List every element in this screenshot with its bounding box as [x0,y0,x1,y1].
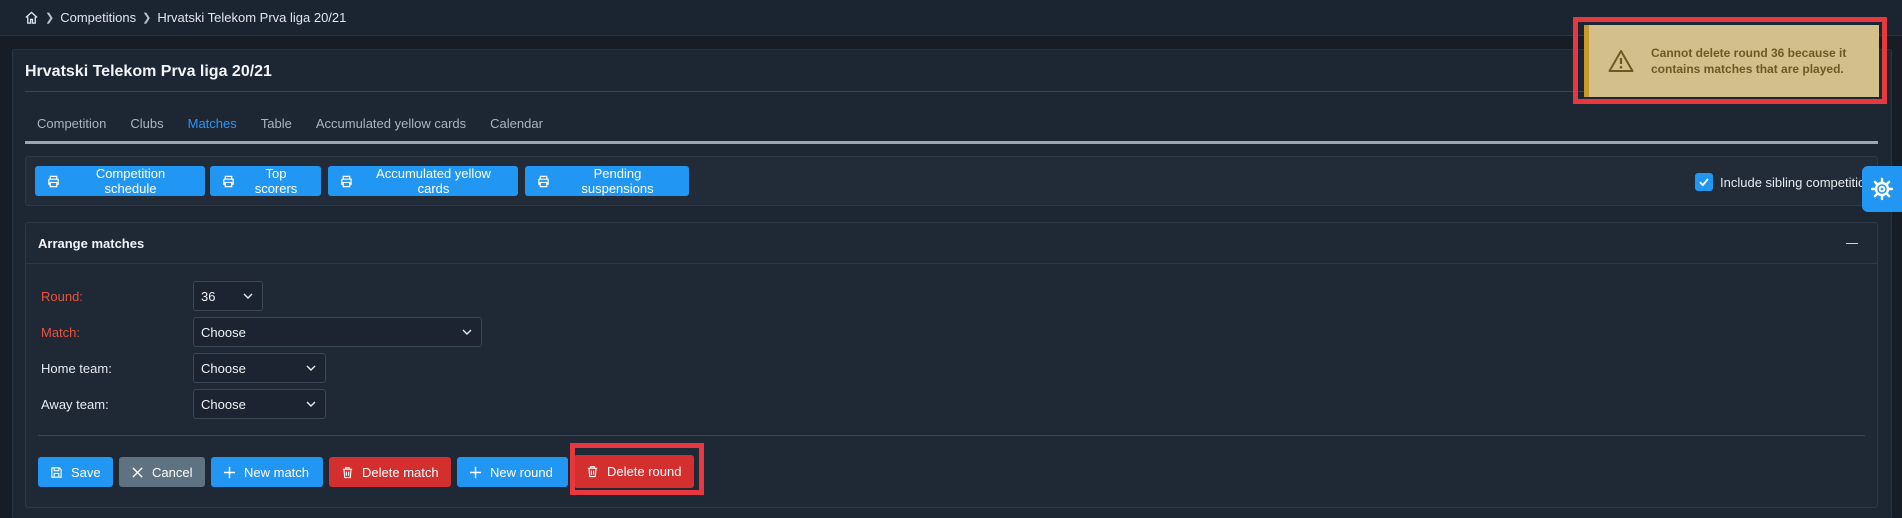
chevron-down-icon [306,401,316,407]
top-scorers-label: Top scorers [254,166,298,196]
competition-schedule-button[interactable]: Competition schedule [35,166,205,196]
toast-message: Cannot delete round 36 because it contai… [1651,46,1847,76]
close-icon [132,466,143,478]
trash-icon [342,466,353,478]
tab-competition[interactable]: Competition [25,114,118,141]
away-team-label: Away team: [41,397,109,412]
panel-title: Arrange matches [38,236,145,251]
pending-suspensions-button[interactable]: Pending suspensions [525,166,689,196]
plus-icon [223,466,236,478]
plus-icon [469,466,482,478]
trash-icon [587,466,598,478]
home-team-label: Home team: [41,361,112,376]
include-sibling-toggle[interactable]: Include sibling competitions [1695,173,1879,191]
away-team-select[interactable]: Choose [193,389,326,419]
save-button[interactable]: Save [38,457,113,487]
cancel-button[interactable]: Cancel [119,457,205,487]
page-title: Hrvatski Telekom Prva liga 20/21 [25,63,272,80]
match-value: Choose [201,324,246,340]
chevron-down-icon [243,293,253,299]
printer-icon [48,175,59,187]
breadcrumb-current: Hrvatski Telekom Prva liga 20/21 [157,10,347,25]
check-icon [1699,178,1709,187]
tab-bar: Competition Clubs Matches Table Accumula… [25,114,1878,144]
printer-icon [223,175,234,187]
round-label: Round: [41,289,83,304]
warning-icon [1608,50,1634,72]
chevron-right-icon: ❯ [45,12,55,24]
chevron-down-icon [462,329,472,335]
cancel-label: Cancel [152,464,193,480]
round-select[interactable]: 36 [193,281,263,311]
tab-calendar[interactable]: Calendar [478,114,555,141]
gear-icon [1870,177,1894,201]
accumulated-yellow-cards-button[interactable]: Accumulated yellow cards [328,166,518,196]
include-sibling-checkbox[interactable] [1695,173,1713,191]
new-round-label: New round [490,464,553,480]
away-team-value: Choose [201,396,246,412]
home-team-select[interactable]: Choose [193,353,326,383]
home-team-value: Choose [201,360,246,376]
include-sibling-label: Include sibling competitions [1720,174,1879,190]
chevron-down-icon [306,365,316,371]
divider [38,435,1865,436]
panel-header [25,222,1878,264]
delete-round-label: Delete round [607,464,682,479]
match-label: Match: [41,325,81,340]
new-match-label: New match [244,464,310,480]
warning-toast[interactable]: Cannot delete round 36 because it contai… [1584,25,1879,97]
settings-button[interactable] [1862,166,1902,212]
delete-match-button[interactable]: Delete match [329,457,451,487]
accumulated-yellow-cards-label: Accumulated yellow cards [376,166,491,196]
top-scorers-button[interactable]: Top scorers [210,166,321,196]
chevron-right-icon: ❯ [142,12,152,24]
save-label: Save [71,464,101,480]
new-match-button[interactable]: New match [211,457,323,487]
tab-table[interactable]: Table [249,114,304,141]
tab-clubs[interactable]: Clubs [118,114,175,141]
tab-accumulated-yellow-cards[interactable]: Accumulated yellow cards [304,114,478,141]
pending-suspensions-label: Pending suspensions [581,166,654,196]
competition-schedule-label: Competition schedule [95,166,166,196]
new-round-button[interactable]: New round [457,457,568,487]
printer-icon [538,175,549,187]
home-icon[interactable] [24,10,39,25]
printer-icon [341,175,352,187]
match-select[interactable]: Choose [193,317,482,347]
minus-icon[interactable] [1846,243,1858,244]
save-icon [51,466,62,478]
delete-round-button[interactable]: Delete round [574,455,694,488]
tab-matches[interactable]: Matches [176,114,249,141]
delete-match-label: Delete match [362,464,439,480]
round-value: 36 [201,288,216,304]
breadcrumb-competitions[interactable]: Competitions [60,10,136,25]
